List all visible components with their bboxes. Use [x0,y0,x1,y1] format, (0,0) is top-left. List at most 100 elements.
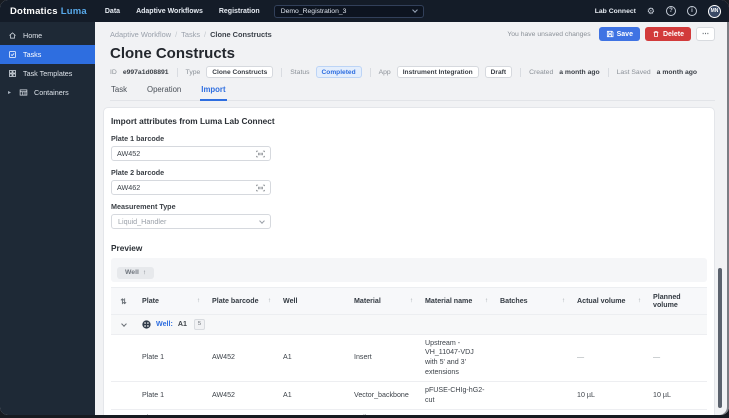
tab-import[interactable]: Import [200,85,227,101]
status-label: Status [290,68,310,76]
unsaved-changes-note: You have unsaved changes [507,30,591,38]
status-badge: Completed [315,66,362,78]
measurement-field: Measurement Type Liquid_Handler [111,202,707,229]
barcode-scan-icon[interactable] [256,150,265,158]
cell-batches [494,381,571,410]
group-value: A1 [177,319,187,328]
cell-material: Insert [348,333,419,382]
chevron-down-icon [411,7,418,13]
tasks-icon [9,51,16,58]
containers-icon [19,89,28,96]
breadcrumb-adaptive-workflow[interactable]: Adaptive Workflow [110,30,171,39]
save-button[interactable]: Save [598,27,640,41]
sidebar-item-home[interactable]: Home [0,26,95,45]
app-logo[interactable]: Dotmatics Luma [10,6,87,17]
cell-well: A1 [277,409,348,415]
topbar-right: Lab Connect ⚙ ? i MN [595,4,721,18]
nav-item-adaptive-workflows[interactable]: Adaptive Workflows [136,8,203,15]
vertical-scrollbar-thumb[interactable] [718,268,722,408]
sort-asc-icon[interactable]: ↑ [485,297,488,304]
detail-tabs: Task Operation Import [110,85,715,101]
tab-task[interactable]: Task [110,85,128,100]
templates-icon [9,70,16,77]
measurement-type-select[interactable]: Liquid_Handler [111,214,271,229]
help-icon[interactable]: ? [666,6,676,16]
preview-table: ⇅ ↑ Plate ↑ Plate barcode Well ↑ Material ↑… [111,287,707,415]
group-label: Well: [156,319,173,328]
settings-gear-icon[interactable]: ⚙ [647,6,655,16]
cell-plate: Plate 1 [136,381,206,410]
breadcrumb-separator: / [204,29,207,39]
main-content: Adaptive Workflow / Tasks / Clone Constr… [95,22,729,415]
column-header-well[interactable]: Well [277,287,348,315]
column-header-material-name[interactable]: ↑ Material name [419,287,494,315]
cell-batches [494,333,571,382]
column-header-batches[interactable]: ↑ Batches [494,287,571,315]
more-actions-button[interactable]: ⋯ [696,27,715,41]
logo-product: Luma [60,5,87,17]
header-actions: You have unsaved changes Save Delete ⋯ [507,27,715,41]
sort-asc-icon[interactable]: ↑ [410,297,413,304]
breadcrumb-tasks[interactable]: Tasks [181,30,200,39]
tab-operation[interactable]: Operation [146,85,182,100]
plate1-barcode-input[interactable] [117,149,256,158]
home-icon [9,32,16,39]
cell-actual-volume: — [571,333,647,382]
meta-divider [607,67,609,77]
sort-asc-icon[interactable]: ↑ [562,297,565,304]
column-header-plate[interactable]: ↑ Plate [136,287,206,315]
user-avatar[interactable]: MN [708,4,721,18]
app-label: App [378,68,391,76]
last-saved-label: Last Saved [616,68,651,76]
cell-plate-barcode: AW452 [206,409,277,415]
app-shell: Home Tasks Task Templates ▸ Containers A… [0,22,729,415]
import-section-title: Import attributes from Luma Lab Connect [111,116,275,126]
type-label: Type [185,68,201,76]
sort-asc-icon[interactable]: ↑ [197,297,200,304]
info-icon[interactable]: i [687,6,697,16]
expand-caret-icon[interactable]: ▸ [8,89,13,96]
sidebar-item-tasks[interactable]: Tasks [0,45,95,64]
app-badge-instrument-integration: Instrument Integration [396,66,479,78]
app-badge-draft: Draft [484,66,513,78]
plate2-barcode-input[interactable] [117,183,256,192]
meta-divider [520,67,522,77]
nav-item-registration[interactable]: Registration [219,8,260,15]
import-card: Import attributes from Luma Lab Connect … [103,107,715,415]
cell-plate: Plate 1 [136,333,206,382]
breadcrumb: Adaptive Workflow / Tasks / Clone Constr… [110,27,715,41]
cell-plate-barcode: AW452 [206,333,277,382]
delete-button[interactable]: Delete [644,27,691,41]
sidebar-item-task-templates[interactable]: Task Templates [0,64,95,83]
lab-connect-link[interactable]: Lab Connect [595,8,636,15]
cell-planned-volume: — [647,333,707,382]
column-header-actual-volume[interactable]: ↑ Actual volume [571,287,647,315]
measurement-type-value: Liquid_Handler [118,217,167,226]
group-row-well-a1[interactable]: Well: A1 5 [111,314,707,335]
cell-actual-volume: — [571,409,647,415]
column-header-material[interactable]: ↑ Material [348,287,419,315]
plate1-field: Plate 1 barcode [111,134,707,161]
column-header-planned-volume[interactable]: Planned volume [647,287,707,315]
page-title: Clone Constructs [110,45,236,62]
sort-asc-icon[interactable]: ↑ [638,297,641,304]
group-by-well-chip[interactable]: Well ↑ [117,266,155,279]
chevron-down-icon [259,217,265,224]
meta-divider [281,67,283,77]
page-header: Adaptive Workflow / Tasks / Clone Constr… [95,22,729,101]
grid-toolbar: Well ↑ [111,258,707,282]
sort-asc-icon[interactable]: ↑ [268,297,271,304]
sidebar-item-containers[interactable]: ▸ Containers [0,83,95,102]
plate1-label: Plate 1 barcode [111,134,165,143]
column-header-plate-barcode[interactable]: ↑ Plate barcode [206,287,277,315]
project-selector[interactable]: Demo_Registration_3 [273,4,424,18]
delete-button-label: Delete [662,30,684,38]
collapse-all-icon[interactable]: ⇅ [120,297,126,306]
chevron-down-icon[interactable] [120,320,127,327]
trash-icon [653,31,659,37]
cell-batches [494,409,571,415]
cell-material-name: BL21 [419,409,494,415]
created-value: a month ago [559,68,600,76]
nav-item-data[interactable]: Data [105,8,120,15]
barcode-scan-icon[interactable] [256,184,265,192]
